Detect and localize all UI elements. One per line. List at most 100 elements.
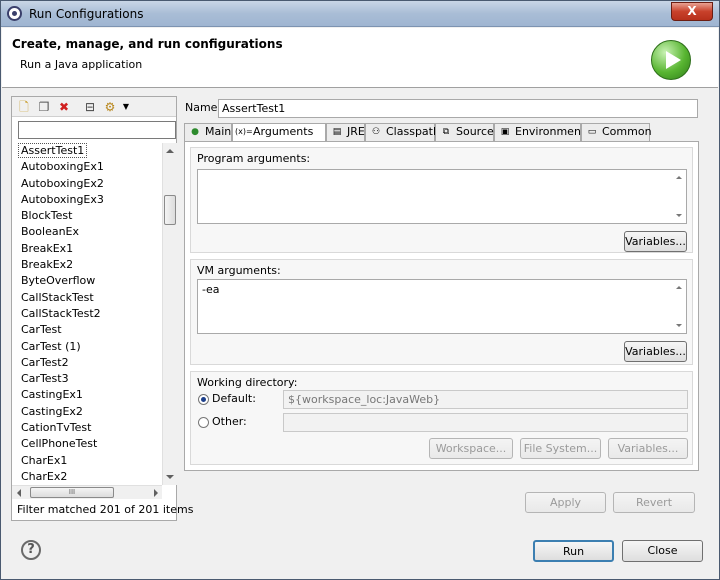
list-horizontal-scrollbar[interactable]: III — [12, 485, 162, 499]
list-item[interactable]: CarTest2 — [12, 355, 164, 371]
configurations-tree-pane: 🗋 ❐ ✖ ⊟ ⚙ ▼ AssertTest1 AutoboxingEx1 Auto… — [11, 96, 193, 521]
list-item[interactable]: BlockTest — [12, 208, 164, 224]
list-item-label: BreakEx2 — [21, 258, 74, 272]
list-item-label: ByteOverflow — [21, 274, 96, 288]
tab-environment[interactable]: ▣ Environment — [494, 123, 585, 141]
list-item[interactable]: AutoboxingEx1 — [12, 159, 164, 175]
configurations-list[interactable]: AssertTest1 AutoboxingEx1 AutoboxingEx2 Aut… — [12, 143, 164, 485]
tab-label: Arguments — [253, 125, 314, 138]
list-item[interactable]: CellPhoneTest — [12, 436, 164, 452]
filter-input[interactable] — [18, 121, 176, 139]
list-item-label: AssertTest1 — [18, 143, 88, 158]
list-item-label: CarTest (1) — [21, 339, 81, 353]
hscroll-thumb[interactable]: III — [30, 487, 114, 498]
eclipse-icon — [7, 6, 22, 21]
tab-arguments[interactable]: (x)= Arguments — [232, 123, 326, 142]
scroll-up-icon[interactable] — [166, 149, 174, 153]
list-item-label: AutoboxingEx1 — [21, 160, 104, 174]
list-item-label: CellPhoneTest — [21, 437, 98, 451]
dialog-header: Create, manage, and run configurations R… — [2, 28, 718, 88]
list-item-label: AutoboxingEx2 — [21, 176, 104, 190]
help-icon[interactable]: ? — [21, 540, 41, 560]
delete-icon[interactable]: ✖ — [56, 99, 72, 115]
vm-arguments-value: -ea — [202, 283, 220, 296]
list-item[interactable]: AutoboxingEx2 — [12, 176, 164, 192]
list-item-label: CallStackTest2 — [21, 306, 101, 320]
classpath-icon: ⚇ — [371, 127, 381, 137]
other-label: Other: — [212, 415, 247, 428]
config-tabs: ● Main (x)= Arguments ▤ JRE ⚇ Classpath ⧉ Source ▣… — [184, 123, 699, 142]
name-input[interactable]: AssertTest1 — [218, 99, 698, 118]
arguments-tab-panel: Program arguments: Variables... VM argum… — [184, 141, 699, 471]
apply-button[interactable]: Apply — [525, 492, 606, 513]
list-item[interactable]: CastingEx2 — [12, 404, 164, 420]
collapse-all-icon[interactable]: ⊟ — [82, 99, 98, 115]
run-configurations-dialog: Run Configurations X Create, manage, and… — [0, 0, 720, 580]
list-item[interactable]: AutoboxingEx3 — [12, 192, 164, 208]
filter-icon[interactable]: ⚙ — [102, 99, 118, 115]
revert-button[interactable]: Revert — [613, 492, 695, 513]
list-item[interactable]: ByteOverflow — [12, 273, 164, 289]
list-item-label: BreakEx1 — [21, 241, 74, 255]
new-configuration-icon[interactable]: 🗋 — [16, 99, 32, 115]
list-item-label: CarTest3 — [21, 372, 69, 386]
working-directory-label: Working directory: — [197, 376, 298, 389]
tab-classpath[interactable]: ⚇ Classpath — [365, 123, 440, 141]
program-arguments-textarea[interactable] — [197, 169, 687, 224]
jre-icon: ▤ — [332, 127, 342, 137]
scroll-right-icon[interactable] — [154, 489, 158, 497]
run-button[interactable]: Run — [533, 540, 614, 562]
tab-label: Classpath — [386, 125, 440, 138]
other-radio[interactable] — [198, 417, 209, 428]
source-icon: ⧉ — [442, 127, 450, 137]
default-directory-field: ${workspace_loc:JavaWeb} — [283, 390, 688, 409]
tab-main[interactable]: ● Main — [184, 123, 232, 141]
list-item-label: CationTvTest — [21, 421, 92, 435]
duplicate-icon[interactable]: ❐ — [36, 99, 52, 115]
list-item[interactable]: CarTest3 — [12, 371, 164, 387]
list-item[interactable]: CastingEx1 — [12, 387, 164, 403]
list-item-label: CastingEx1 — [21, 388, 83, 402]
list-item-label: BooleanEx — [21, 225, 80, 239]
tab-common[interactable]: ▭ Common — [581, 123, 652, 141]
close-button[interactable]: Close — [622, 540, 703, 562]
window-close-button[interactable]: X — [671, 2, 713, 21]
list-item[interactable]: CarTest — [12, 322, 164, 338]
tab-label: Common — [602, 125, 652, 138]
vm-arguments-textarea[interactable]: -ea — [197, 279, 687, 334]
scroll-down-icon[interactable] — [166, 475, 174, 479]
list-item[interactable]: BreakEx1 — [12, 241, 164, 257]
list-item[interactable]: CharEx2 — [12, 469, 164, 485]
list-item-label: BlockTest — [21, 209, 73, 223]
arguments-icon: (x)= — [235, 127, 253, 136]
list-item[interactable]: BooleanEx — [12, 224, 164, 240]
list-item[interactable]: CallStackTest — [12, 290, 164, 306]
file-system-button[interactable]: File System... — [520, 438, 601, 459]
list-item[interactable]: CallStackTest2 — [12, 306, 164, 322]
working-dir-variables-button[interactable]: Variables... — [608, 438, 688, 459]
list-item[interactable]: CharEx1 — [12, 453, 164, 469]
list-item[interactable]: CarTest (1) — [12, 339, 164, 355]
vm-arguments-group: VM arguments: -ea Variables... — [190, 259, 693, 365]
list-item-label: AutoboxingEx3 — [21, 192, 104, 206]
default-radio[interactable] — [198, 394, 209, 405]
name-label: Name: — [185, 101, 222, 114]
scroll-left-icon[interactable] — [17, 489, 21, 497]
tab-source[interactable]: ⧉ Source — [435, 123, 494, 141]
list-item[interactable]: AssertTest1 — [12, 143, 164, 159]
tab-jre[interactable]: ▤ JRE — [326, 123, 365, 141]
list-item[interactable]: CationTvTest — [12, 420, 164, 436]
textarea-scrollbar[interactable] — [672, 280, 686, 333]
list-vertical-scrollbar[interactable] — [162, 143, 177, 485]
list-item[interactable]: BreakEx2 — [12, 257, 164, 273]
chevron-down-icon[interactable]: ▼ — [118, 99, 134, 115]
list-item-label: CharEx1 — [21, 453, 68, 467]
title-bar[interactable]: Run Configurations X — [1, 1, 719, 27]
workspace-button[interactable]: Workspace... — [429, 438, 513, 459]
tab-label: Source — [456, 125, 494, 138]
other-directory-field[interactable] — [283, 413, 688, 432]
program-variables-button[interactable]: Variables... — [624, 231, 687, 252]
vm-variables-button[interactable]: Variables... — [624, 341, 687, 362]
textarea-scrollbar[interactable] — [672, 170, 686, 223]
scroll-thumb[interactable] — [164, 195, 176, 225]
